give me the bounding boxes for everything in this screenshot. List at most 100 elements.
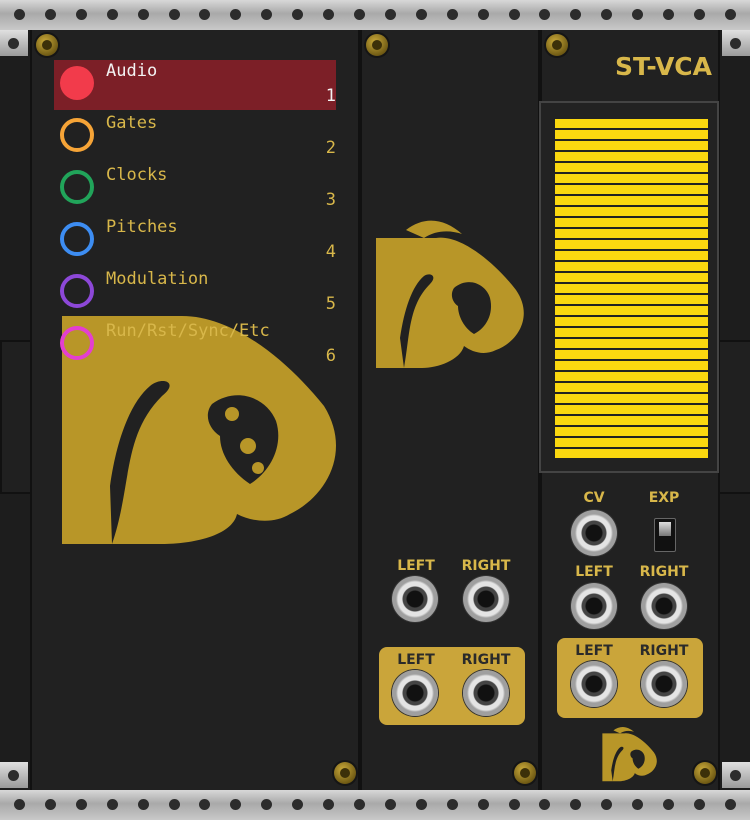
meter-segment [555,141,708,150]
rail-hole [106,9,118,20]
input-left-jack[interactable] [392,576,438,622]
rail-hole [508,9,520,20]
output-right-label: RIGHT [461,652,511,668]
rail-hole [14,9,25,20]
input-left-label: LEFT [397,558,435,574]
rack-rail-top [0,0,750,30]
rail-hole [570,799,582,810]
meter-segment [555,262,708,271]
rail-hole [384,799,396,810]
vca-output-right-label: RIGHT [639,643,689,659]
rail-hole [415,9,427,20]
rail-hole [693,9,705,20]
rail-hole [508,799,520,810]
cable-color-swatch [60,326,94,360]
rail-hole [663,799,675,810]
legend-item-number: 3 [325,190,336,210]
legend-item-label: Pitches [106,217,178,237]
legend-item-pitches[interactable]: Pitches 4 [54,216,336,266]
rail-hole [693,799,705,810]
cable-legend-module[interactable]: Audio 1 Gates 2 Clocks 3 Pitches 4 Modulation 5 Ru… [30,30,360,790]
rail-hole [261,799,273,810]
rail-hole [384,9,396,20]
meter-segment [555,383,708,392]
rail-hole [446,799,458,810]
vca-output-left-jack[interactable] [571,661,617,707]
legend-item-number: 2 [325,138,336,158]
rail-hole [75,799,87,810]
rail-hole [44,799,56,810]
dragon-logo-icon [602,726,657,782]
meter-segment [555,119,708,128]
output-right-jack[interactable] [463,670,509,716]
screw-icon [546,34,568,56]
exp-switch[interactable] [654,518,676,552]
io-module[interactable]: LEFT RIGHT LEFT RIGHT [360,30,540,790]
output-left-jack[interactable] [392,670,438,716]
rail-hole [570,9,582,20]
vca-input-left-jack[interactable] [571,583,617,629]
rail-hole [415,799,427,810]
rail-hole [137,799,149,810]
rail-hole [353,9,365,20]
rail-hole [477,799,489,810]
meter-segment [555,196,708,205]
meter-segment [555,273,708,282]
rail-hole [199,9,211,20]
input-right-label: RIGHT [461,558,511,574]
rack-rail-stub [0,762,28,788]
rail-hole [601,9,613,20]
rail-hole [539,9,551,20]
rail-hole [14,799,25,810]
vca-output-left-label: LEFT [575,643,613,659]
legend-item-number: 6 [325,346,336,366]
rail-hole [261,9,273,20]
legend-item-modulation[interactable]: Modulation 5 [54,268,336,318]
vca-input-right-label: RIGHT [639,564,689,580]
rail-hole [477,9,489,20]
vca-input-right-jack[interactable] [641,583,687,629]
rack-rail-stub [722,30,750,56]
meter-segment [555,339,708,348]
meter-segment [555,427,708,436]
cv-jack[interactable] [571,510,617,556]
rail-hole [106,799,118,810]
legend-item-run-rst-sync-etc[interactable]: Run/Rst/Sync/Etc 6 [54,320,336,370]
legend-item-label: Modulation [106,269,209,289]
meter-segment [555,372,708,381]
rail-hole [724,799,736,810]
rail-hole [632,9,644,20]
rail-hole [75,9,87,20]
cable-color-swatch [60,274,94,308]
meter-segment [555,163,708,172]
meter-segment [555,229,708,238]
meter-segment [555,152,708,161]
meter-segment [555,207,708,216]
rail-hole [199,799,211,810]
rail-hole [663,9,675,20]
rack-rail-stub [0,30,28,56]
rail-hole [168,799,180,810]
legend-item-label: Audio [106,61,158,81]
screw-icon [36,34,58,56]
screw-icon [366,34,388,56]
rail-hole [230,9,242,20]
rack-rail-bottom [0,790,750,820]
rail-hole [446,9,458,20]
vca-output-right-jack[interactable] [641,661,687,707]
legend-item-label: Run/Rst/Sync/Etc [106,321,270,341]
meter-segment [555,328,708,337]
meter-segment [555,449,708,458]
cv-label: CV [583,490,605,506]
meter-segment [555,394,708,403]
cable-color-swatch [60,66,94,100]
input-right-jack[interactable] [463,576,509,622]
legend-item-clocks[interactable]: Clocks 3 [54,164,336,214]
meter-segment [555,284,708,293]
rail-hole [601,799,613,810]
legend-item-audio[interactable]: Audio 1 [54,60,336,110]
legend-item-number: 4 [325,242,336,262]
legend-item-gates[interactable]: Gates 2 [54,112,336,162]
meter-segment [555,185,708,194]
exp-label: EXP [648,490,680,506]
